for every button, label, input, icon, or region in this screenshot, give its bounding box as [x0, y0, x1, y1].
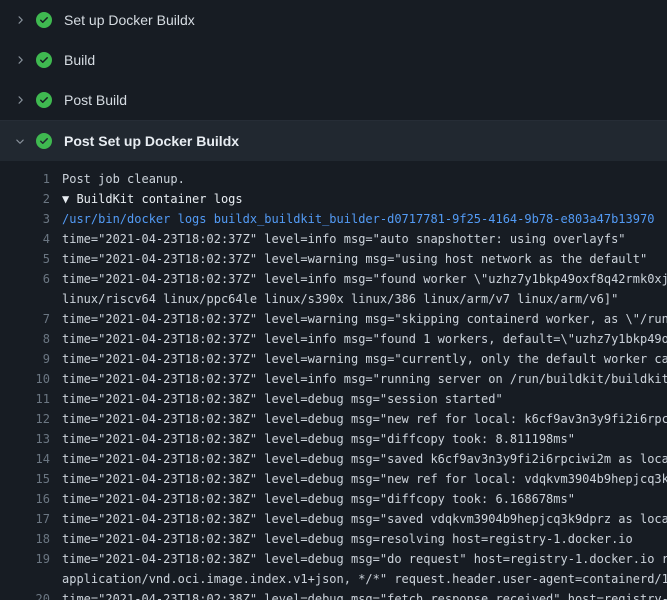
log-line: 4time="2021-04-23T18:02:37Z" level=info … [0, 229, 667, 249]
log-line-number[interactable]: 18 [0, 529, 62, 549]
log-line: 10time="2021-04-23T18:02:37Z" level=info… [0, 369, 667, 389]
job-log-viewer: Set up Docker Buildx Build Post Build Post … [0, 0, 667, 600]
log-line-text: application/vnd.oci.image.index.v1+json,… [62, 569, 667, 589]
log-line-text: time="2021-04-23T18:02:38Z" level=debug … [62, 489, 575, 509]
log-line-number[interactable]: 4 [0, 229, 62, 249]
log-line: 6time="2021-04-23T18:02:37Z" level=info … [0, 269, 667, 289]
step-label: Set up Docker Buildx [64, 12, 195, 28]
log-line-number[interactable]: 1 [0, 169, 62, 189]
log-line-number[interactable]: 3 [0, 209, 62, 229]
log-line-text: time="2021-04-23T18:02:38Z" level=debug … [62, 389, 503, 409]
log-line-number[interactable]: 17 [0, 509, 62, 529]
log-line-text: linux/riscv64 linux/ppc64le linux/s390x … [62, 289, 618, 309]
log-line-text: time="2021-04-23T18:02:38Z" level=debug … [62, 509, 667, 529]
log-line: 11time="2021-04-23T18:02:38Z" level=debu… [0, 389, 667, 409]
log-line-number[interactable]: 7 [0, 309, 62, 329]
log-output[interactable]: 1Post job cleanup.2▼ BuildKit container … [0, 161, 667, 600]
log-line-number[interactable]: 11 [0, 389, 62, 409]
chevron-right-icon[interactable] [14, 52, 36, 68]
log-line-number[interactable]: 13 [0, 429, 62, 449]
chevron-right-icon[interactable] [14, 12, 36, 28]
step-label: Post Build [64, 92, 127, 108]
log-line: 18time="2021-04-23T18:02:38Z" level=debu… [0, 529, 667, 549]
steps-list: Set up Docker Buildx Build Post Build Post … [0, 0, 667, 600]
log-line-number[interactable]: 12 [0, 409, 62, 429]
step-row-set-up-docker-buildx[interactable]: Set up Docker Buildx [0, 0, 667, 40]
log-line-number [0, 289, 62, 309]
log-line: 19time="2021-04-23T18:02:38Z" level=debu… [0, 549, 667, 569]
check-circle-icon [36, 52, 52, 68]
log-line: 17time="2021-04-23T18:02:38Z" level=debu… [0, 509, 667, 529]
log-line-continuation: linux/riscv64 linux/ppc64le linux/s390x … [0, 289, 667, 309]
check-circle-icon [36, 92, 52, 108]
log-line-number[interactable]: 20 [0, 589, 62, 600]
log-line: 9time="2021-04-23T18:02:37Z" level=warni… [0, 349, 667, 369]
log-line-text: time="2021-04-23T18:02:38Z" level=debug … [62, 469, 667, 489]
log-line-text: time="2021-04-23T18:02:37Z" level=warnin… [62, 249, 647, 269]
log-line: 14time="2021-04-23T18:02:38Z" level=debu… [0, 449, 667, 469]
chevron-right-icon[interactable] [14, 92, 36, 108]
log-line: 7time="2021-04-23T18:02:37Z" level=warni… [0, 309, 667, 329]
log-line: 20time="2021-04-23T18:02:38Z" level=debu… [0, 589, 667, 600]
log-line-text: time="2021-04-23T18:02:37Z" level=info m… [62, 229, 626, 249]
step-label: Post Set up Docker Buildx [64, 133, 239, 149]
log-line-text: Post job cleanup. [62, 169, 185, 189]
log-line: 3/usr/bin/docker logs buildx_buildkit_bu… [0, 209, 667, 229]
log-line-text: time="2021-04-23T18:02:38Z" level=debug … [62, 429, 575, 449]
log-line-number[interactable]: 19 [0, 549, 62, 569]
log-line-text: time="2021-04-23T18:02:37Z" level=warnin… [62, 349, 667, 369]
step-row-post-set-up-docker-buildx[interactable]: Post Set up Docker Buildx [0, 120, 667, 161]
log-line-text: time="2021-04-23T18:02:38Z" level=debug … [62, 449, 667, 469]
log-line-text: time="2021-04-23T18:02:37Z" level=info m… [62, 369, 667, 389]
log-line-text: time="2021-04-23T18:02:38Z" level=debug … [62, 549, 667, 569]
log-line: 5time="2021-04-23T18:02:37Z" level=warni… [0, 249, 667, 269]
log-line-text: time="2021-04-23T18:02:38Z" level=debug … [62, 589, 667, 600]
log-line-text: time="2021-04-23T18:02:38Z" level=debug … [62, 529, 633, 549]
log-line: 8time="2021-04-23T18:02:37Z" level=info … [0, 329, 667, 349]
log-line: 15time="2021-04-23T18:02:38Z" level=debu… [0, 469, 667, 489]
step-row-post-build[interactable]: Post Build [0, 80, 667, 120]
log-line-number[interactable]: 9 [0, 349, 62, 369]
log-line-text: time="2021-04-23T18:02:37Z" level=info m… [62, 269, 667, 289]
log-command-text: /usr/bin/docker logs buildx_buildkit_bui… [62, 209, 654, 229]
log-line-number[interactable]: 6 [0, 269, 62, 289]
log-line-number[interactable]: 14 [0, 449, 62, 469]
log-line-number [0, 569, 62, 589]
log-line-number[interactable]: 16 [0, 489, 62, 509]
log-line: 2▼ BuildKit container logs [0, 189, 667, 209]
log-line-number[interactable]: 2 [0, 189, 62, 209]
log-line-number[interactable]: 5 [0, 249, 62, 269]
log-line: 1Post job cleanup. [0, 169, 667, 189]
log-line: 16time="2021-04-23T18:02:38Z" level=debu… [0, 489, 667, 509]
log-line: 12time="2021-04-23T18:02:38Z" level=debu… [0, 409, 667, 429]
step-row-build[interactable]: Build [0, 40, 667, 80]
log-line-continuation: application/vnd.oci.image.index.v1+json,… [0, 569, 667, 589]
log-group-toggle[interactable]: ▼ BuildKit container logs [62, 189, 243, 209]
chevron-down-icon[interactable] [14, 133, 36, 149]
log-line-number[interactable]: 15 [0, 469, 62, 489]
check-circle-icon [36, 133, 52, 149]
step-label: Build [64, 52, 95, 68]
log-line-number[interactable]: 10 [0, 369, 62, 389]
check-circle-icon [36, 12, 52, 28]
log-line: 13time="2021-04-23T18:02:38Z" level=debu… [0, 429, 667, 449]
log-line-text: time="2021-04-23T18:02:38Z" level=debug … [62, 409, 667, 429]
log-line-number[interactable]: 8 [0, 329, 62, 349]
log-line-text: time="2021-04-23T18:02:37Z" level=info m… [62, 329, 667, 349]
log-line-text: time="2021-04-23T18:02:37Z" level=warnin… [62, 309, 667, 329]
